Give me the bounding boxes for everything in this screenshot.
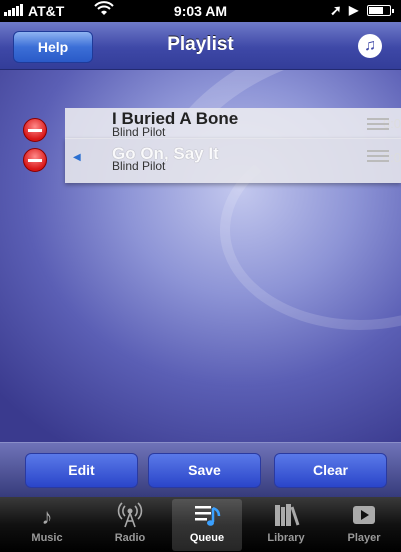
list-item[interactable]: ◀ Go On, Say It Blind Pilot 0:0: [65, 138, 401, 183]
tab-label: Music: [31, 532, 63, 544]
song-artist: Blind Pilot: [112, 159, 166, 173]
tab-library[interactable]: Library: [251, 499, 321, 551]
play-icon: ▶: [349, 3, 359, 17]
tab-music[interactable]: ♪ Music: [12, 499, 82, 551]
clear-button[interactable]: Clear: [274, 453, 387, 488]
delete-button[interactable]: [23, 118, 47, 142]
edit-button[interactable]: Edit: [25, 453, 138, 488]
save-button[interactable]: Save: [148, 453, 261, 488]
tab-label: Player: [347, 532, 381, 544]
playlist-area: I Buried A Bone Blind Pilot 0:0 ◀ Go On,…: [0, 70, 401, 442]
delete-button[interactable]: [23, 148, 47, 172]
music-note-icon[interactable]: ♫: [358, 34, 382, 58]
radio-tower-icon: [95, 502, 165, 532]
tab-label: Radio: [114, 532, 146, 544]
tab-label: Queue: [189, 532, 225, 544]
tab-radio[interactable]: Radio: [95, 499, 165, 551]
queue-icon: [172, 502, 242, 532]
reorder-handle-icon[interactable]: [367, 150, 389, 165]
page-title: Playlist: [167, 34, 234, 55]
status-bar: AT&T 9:03 AM ➚ ▶: [0, 0, 401, 22]
location-arrow-icon: ➚: [330, 2, 342, 18]
action-bar: Edit Save Clear: [0, 442, 401, 498]
music-note-icon: ♪: [41, 504, 53, 529]
player-icon: [329, 502, 399, 532]
now-playing-icon: ◀: [73, 152, 81, 163]
tab-queue[interactable]: Queue: [172, 499, 242, 551]
tab-label: Library: [267, 532, 305, 544]
reorder-handle-icon[interactable]: [367, 118, 389, 133]
list-item[interactable]: I Buried A Bone Blind Pilot 0:0: [65, 108, 401, 139]
battery-icon: [367, 5, 394, 16]
library-books-icon: [251, 502, 321, 532]
tab-player[interactable]: Player: [329, 499, 399, 551]
nav-bar: Help Playlist ♫: [0, 22, 401, 70]
song-artist: Blind Pilot: [112, 125, 166, 139]
tab-bar: ♪ Music Radio Queue Library Player: [0, 497, 401, 552]
